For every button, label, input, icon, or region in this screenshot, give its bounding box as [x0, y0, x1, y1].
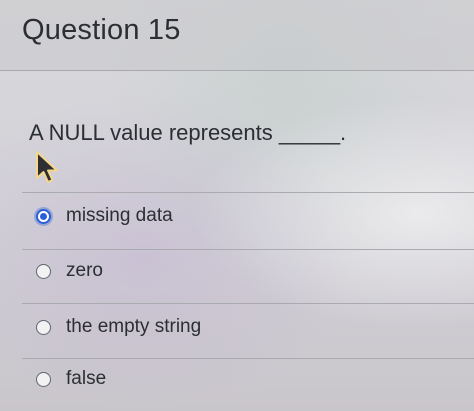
question-text: A NULL value represents _____. [29, 120, 347, 145]
answer-label: false [66, 368, 107, 389]
question-title: Question 15 [22, 14, 181, 46]
answer-option-zero[interactable]: zero [22, 246, 474, 296]
quiz-question-panel: Question 15 A NULL value represents ____… [0, 0, 474, 411]
answer-label: the empty string [66, 316, 202, 337]
answer-option-missing-data[interactable]: missing data [22, 191, 474, 241]
answer-option-empty-string[interactable]: the empty string [22, 302, 474, 352]
answer-label: zero [66, 260, 103, 281]
radio-button[interactable] [36, 371, 51, 387]
answer-option-false[interactable]: false [22, 354, 474, 404]
radio-button[interactable] [36, 319, 51, 335]
radio-button-selected[interactable] [36, 208, 51, 224]
radio-button[interactable] [36, 263, 51, 279]
answer-label: missing data [66, 205, 173, 226]
mouse-pointer-icon [36, 151, 58, 183]
question-header: Question 15 [0, 0, 474, 71]
